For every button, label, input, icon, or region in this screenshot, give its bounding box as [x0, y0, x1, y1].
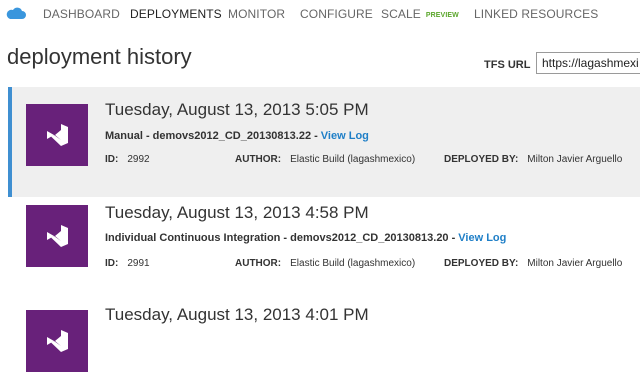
deployment-summary: Manual - demovs2012_CD_20130813.22 -	[105, 130, 318, 142]
deployment-date: Tuesday, August 13, 2013 5:05 PM	[105, 100, 369, 119]
author-label: AUTHOR:	[235, 258, 282, 269]
nav-configure[interactable]: CONFIGURE	[300, 7, 373, 21]
nav-deployments[interactable]: DEPLOYMENTS	[130, 7, 222, 21]
vs-logo-icon	[47, 330, 68, 352]
deployed-by-label: DEPLOYED BY:	[444, 258, 519, 269]
author-value: Elastic Build (lagashmexico)	[290, 258, 416, 269]
deployment-description: Individual Continuous Integration - demo…	[105, 232, 506, 244]
azure-cloud-icon[interactable]	[6, 6, 26, 20]
deployment-date: Tuesday, August 13, 2013 4:01 PM	[105, 305, 369, 324]
preview-badge: PREVIEW	[425, 12, 459, 19]
deployed-by-label: DEPLOYED BY:	[444, 154, 519, 165]
deployment-date: Tuesday, August 13, 2013 4:58 PM	[105, 203, 369, 222]
deployment-deployed-by: DEPLOYED BY: Milton Javier Arguello	[444, 258, 622, 269]
author-label: AUTHOR:	[235, 154, 282, 165]
nav-monitor[interactable]: MONITOR	[228, 7, 285, 21]
vs-logo-icon	[47, 124, 68, 146]
tfs-url-input[interactable]	[536, 52, 640, 74]
id-value: 2991	[127, 258, 150, 269]
deployment-id: ID: 2991	[105, 258, 150, 269]
id-value: 2992	[127, 154, 150, 165]
deployment-author: AUTHOR: Elastic Build (lagashmexico)	[235, 258, 415, 269]
page-title: deployment history	[7, 44, 192, 69]
deployment-row[interactable]: Tuesday, August 13, 2013 4:58 PM Individ…	[8, 190, 640, 300]
nav-linked-resources[interactable]: LINKED RESOURCES	[474, 7, 598, 21]
top-nav: DASHBOARD DEPLOYMENTS MONITOR CONFIGURE …	[0, 0, 640, 30]
id-label: ID:	[105, 154, 119, 165]
visual-studio-icon	[26, 205, 88, 267]
visual-studio-icon	[26, 310, 88, 372]
deployment-id: ID: 2992	[105, 154, 150, 165]
visual-studio-icon	[26, 104, 88, 166]
vs-logo-icon	[47, 225, 68, 247]
author-value: Elastic Build (lagashmexico)	[290, 154, 416, 165]
nav-scale[interactable]: SCALE PREVIEW	[381, 7, 459, 21]
deployed-by-value: Milton Javier Arguello	[527, 258, 623, 269]
id-label: ID:	[105, 258, 119, 269]
deployment-author: AUTHOR: Elastic Build (lagashmexico)	[235, 154, 415, 165]
deployment-description: Manual - demovs2012_CD_20130813.22 - View…	[105, 130, 369, 142]
deployed-by-value: Milton Javier Arguello	[527, 154, 623, 165]
nav-scale-label: SCALE	[381, 7, 421, 21]
nav-dashboard[interactable]: DASHBOARD	[43, 7, 120, 21]
tfs-url-label: TFS URL	[484, 59, 531, 71]
deployment-row[interactable]: Tuesday, August 13, 2013 4:01 PM	[8, 292, 640, 372]
deployment-summary: Individual Continuous Integration - demo…	[105, 232, 456, 244]
view-log-link[interactable]: View Log	[321, 130, 369, 142]
view-log-link[interactable]: View Log	[458, 232, 506, 244]
deployment-row[interactable]: Tuesday, August 13, 2013 5:05 PM Manual …	[8, 87, 640, 197]
deployment-deployed-by: DEPLOYED BY: Milton Javier Arguello	[444, 154, 622, 165]
